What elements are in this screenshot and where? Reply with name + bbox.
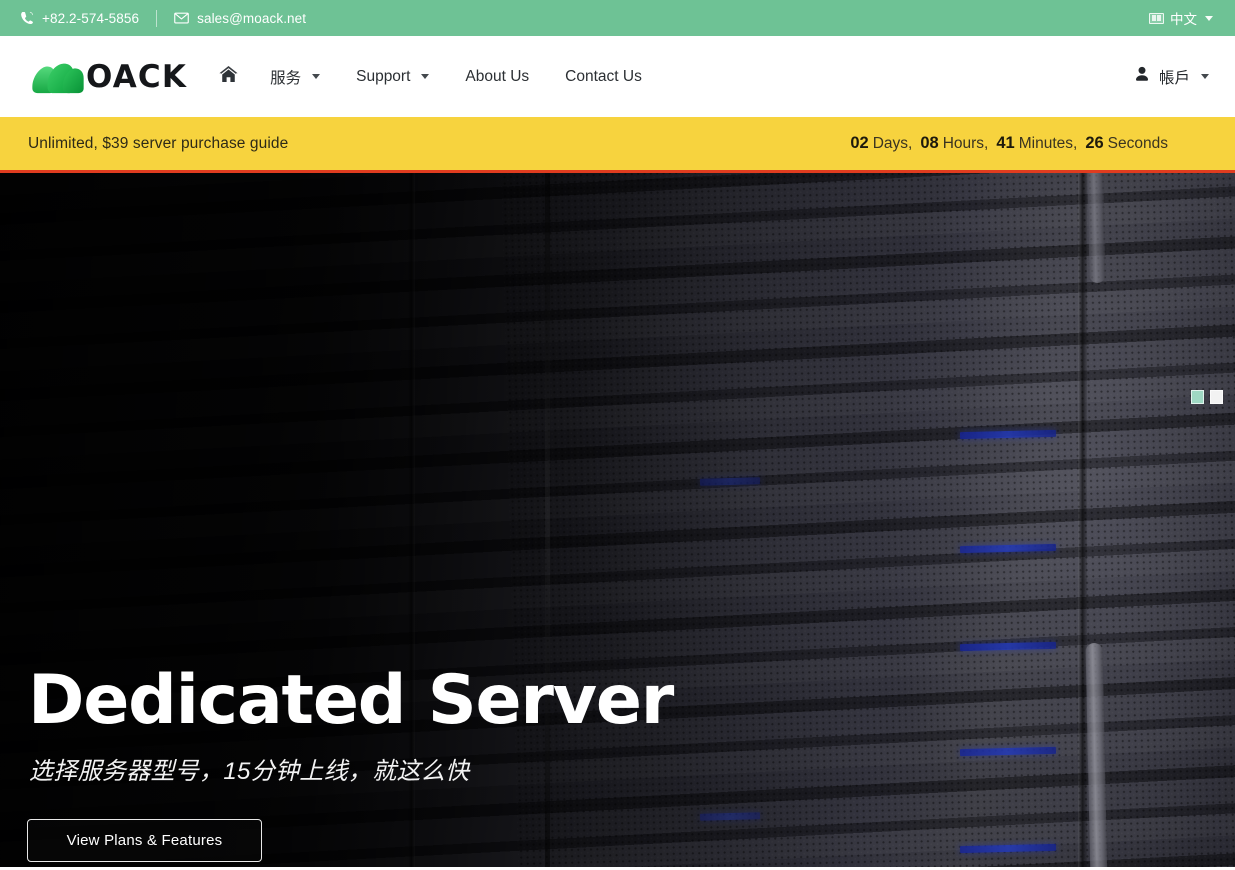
topbar-divider bbox=[156, 9, 158, 27]
nav-item-about-us[interactable]: About Us bbox=[447, 36, 547, 117]
countdown-minutes-value: 41 bbox=[996, 134, 1015, 152]
envelope-icon bbox=[174, 12, 189, 24]
email-link[interactable]: sales@moack.net bbox=[174, 11, 306, 26]
nav-item-label: Contact Us bbox=[565, 67, 642, 85]
promo-message: Unlimited, $39 server purchase guide bbox=[28, 134, 289, 152]
phone-link[interactable]: +82.2-574-5856 bbox=[20, 11, 139, 26]
nav-item-services[interactable]: 服务 bbox=[252, 36, 338, 117]
countdown-days-unit: Days, bbox=[872, 134, 913, 152]
hero-subtitle: 选择服务器型号，15分钟上线，就这么快 bbox=[29, 758, 470, 785]
phone-number: +82.2-574-5856 bbox=[42, 10, 140, 26]
hero-section: Dedicated Server 选择服务器型号，15分钟上线，就这么快 Vie… bbox=[0, 173, 1235, 867]
countdown-hours-value: 08 bbox=[920, 134, 939, 152]
nav-item-label: Support bbox=[356, 67, 411, 85]
hero-carousel-indicators[interactable] bbox=[1191, 390, 1223, 404]
chevron-down-icon bbox=[312, 74, 321, 79]
account-label: 帳戶 bbox=[1158, 69, 1190, 87]
chevron-down-icon bbox=[1205, 15, 1213, 21]
countdown-timer: 02 Days, 08 Hours, 41 Minutes, 26 Second… bbox=[850, 117, 1168, 170]
home-icon bbox=[219, 65, 238, 88]
user-icon bbox=[1134, 66, 1150, 87]
chevron-down-icon bbox=[421, 74, 430, 79]
flag-icon bbox=[1149, 12, 1164, 24]
moack-logo-mark bbox=[32, 63, 84, 93]
account-menu[interactable]: 帳戶 bbox=[1134, 66, 1209, 88]
chevron-down-icon bbox=[1201, 74, 1209, 79]
countdown-days-value: 02 bbox=[850, 134, 869, 152]
language-selector[interactable]: 中文 bbox=[1149, 8, 1213, 28]
logo-wordmark: OACK bbox=[86, 58, 188, 95]
nav-links: 服务 Support About Us Contact Us bbox=[205, 36, 660, 117]
countdown-seconds-value: 26 bbox=[1085, 134, 1104, 152]
countdown-hours-unit: Hours, bbox=[942, 134, 989, 152]
hero-title: Dedicated Server bbox=[28, 661, 674, 740]
nav-home-link[interactable] bbox=[205, 36, 252, 117]
nav-item-label: 服务 bbox=[270, 69, 302, 87]
navbar-right-group: 帳戶 bbox=[1134, 36, 1209, 117]
email-address: sales@moack.net bbox=[197, 10, 307, 26]
nav-item-label: About Us bbox=[465, 67, 530, 85]
promo-banner[interactable]: Unlimited, $39 server purchase guide 02 … bbox=[0, 117, 1235, 173]
countdown-seconds-unit: Seconds bbox=[1107, 134, 1168, 152]
nav-item-contact-us[interactable]: Contact Us bbox=[547, 36, 660, 117]
view-plans-button[interactable]: View Plans & Features bbox=[27, 819, 262, 862]
main-navbar: OACK 服务 Support About Us Contact Us 帳戶 bbox=[0, 36, 1235, 117]
site-logo[interactable]: OACK bbox=[28, 58, 187, 96]
carousel-indicator-1[interactable] bbox=[1191, 390, 1204, 404]
language-label: 中文 bbox=[1170, 12, 1197, 27]
top-contact-bar: +82.2-574-5856 sales@moack.net 中文 bbox=[0, 0, 1235, 36]
phone-icon bbox=[20, 11, 34, 25]
carousel-indicator-2[interactable] bbox=[1210, 390, 1223, 404]
top-contact-group: +82.2-574-5856 sales@moack.net bbox=[0, 9, 306, 27]
countdown-minutes-unit: Minutes, bbox=[1018, 134, 1078, 152]
language-selector-group: 中文 bbox=[1149, 0, 1213, 36]
nav-item-support[interactable]: Support bbox=[338, 36, 447, 117]
